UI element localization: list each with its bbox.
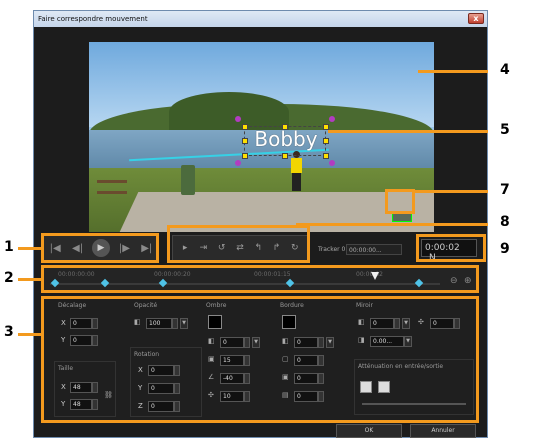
preview-bench bbox=[97, 180, 127, 194]
callout-box-2 bbox=[41, 265, 479, 293]
cancel-button[interactable]: Annuler bbox=[410, 424, 476, 438]
callout-number-3: 3 bbox=[4, 324, 14, 340]
rotate-handle[interactable] bbox=[235, 160, 241, 166]
callout-line-4 bbox=[418, 70, 488, 73]
callout-number-8: 8 bbox=[500, 214, 510, 230]
resize-handle[interactable] bbox=[282, 124, 288, 130]
tracker-label: Tracker 01 bbox=[318, 246, 350, 253]
callout-number-5: 5 bbox=[500, 122, 510, 138]
callout-line-8 bbox=[296, 223, 488, 226]
preview-bin bbox=[181, 165, 195, 195]
callout-number-4: 4 bbox=[500, 62, 510, 78]
callout-number-7: 7 bbox=[500, 182, 510, 198]
callout-box-3 bbox=[41, 296, 479, 423]
callout-number-1: 1 bbox=[4, 239, 14, 255]
rotate-handle[interactable] bbox=[235, 116, 241, 122]
window-title: Faire correspondre mouvement bbox=[34, 11, 487, 27]
callout-line-5 bbox=[328, 130, 488, 133]
callout-number-9: 9 bbox=[500, 241, 510, 257]
callout-line-1 bbox=[18, 247, 41, 250]
resize-handle[interactable] bbox=[242, 153, 248, 159]
text-object[interactable]: Bobby bbox=[246, 127, 326, 151]
resize-handle[interactable] bbox=[282, 153, 288, 159]
rotate-handle[interactable] bbox=[329, 160, 335, 166]
video-preview[interactable]: Bobby bbox=[89, 42, 434, 232]
ok-button[interactable]: OK bbox=[336, 424, 402, 438]
close-button[interactable]: x bbox=[468, 13, 484, 24]
preview-person bbox=[290, 151, 304, 193]
callout-box-9 bbox=[416, 234, 486, 262]
callout-number-2: 2 bbox=[4, 270, 14, 286]
rotate-handle[interactable] bbox=[329, 116, 335, 122]
resize-handle[interactable] bbox=[323, 138, 329, 144]
callout-line-7 bbox=[415, 190, 488, 193]
callout-line-2 bbox=[18, 278, 41, 281]
callout-box-8 bbox=[167, 225, 310, 263]
resize-handle[interactable] bbox=[323, 153, 329, 159]
callout-box-7 bbox=[385, 189, 415, 214]
tracker-dropdown[interactable]: 00:00:00... bbox=[346, 244, 402, 255]
callout-line-3 bbox=[18, 333, 41, 336]
callout-box-1 bbox=[41, 233, 159, 263]
resize-handle[interactable] bbox=[242, 138, 248, 144]
resize-handle[interactable] bbox=[242, 124, 248, 130]
